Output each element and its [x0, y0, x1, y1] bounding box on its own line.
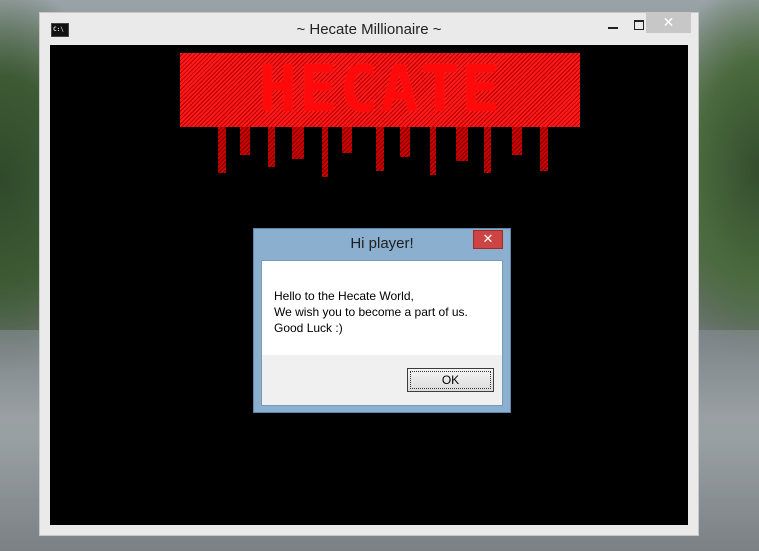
dialog-message: Hello to the Hecate World, We wish you t…	[274, 288, 468, 336]
ok-button[interactable]: OK	[407, 368, 494, 392]
hecate-logo: HECATE	[180, 53, 580, 183]
message-line: Hello to the Hecate World,	[274, 289, 414, 303]
logo-text: HECATE	[180, 53, 580, 127]
dialog-message-area: Hello to the Hecate World, We wish you t…	[262, 261, 502, 355]
close-button[interactable]: ✕	[646, 13, 691, 33]
message-dialog: Hi player! ✕ Hello to the Hecate World, …	[253, 228, 511, 413]
message-line: Good Luck :)	[274, 321, 343, 335]
dialog-title: Hi player!	[350, 235, 414, 252]
title-bar[interactable]: C:\ ~ Hecate Millionaire ~ ✕	[40, 13, 698, 46]
dialog-close-button[interactable]: ✕	[473, 230, 503, 249]
minimize-button[interactable]	[600, 16, 626, 34]
dialog-body: Hello to the Hecate World, We wish you t…	[261, 260, 503, 406]
close-icon: ✕	[482, 232, 494, 247]
close-icon: ✕	[662, 15, 675, 31]
message-line: We wish you to become a part of us.	[274, 305, 468, 319]
